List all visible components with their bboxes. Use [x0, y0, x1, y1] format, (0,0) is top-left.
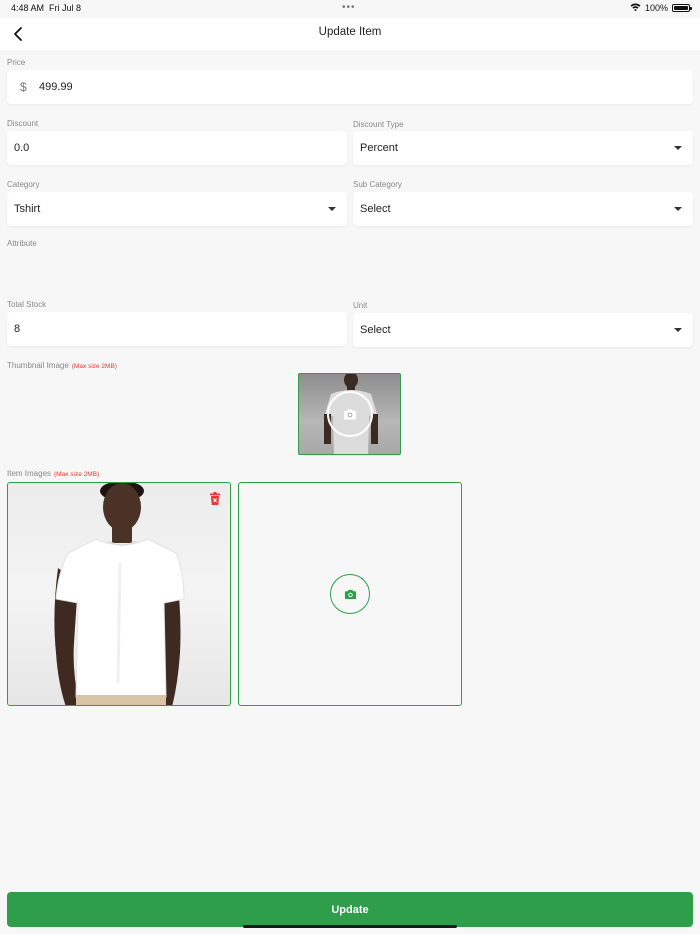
currency-symbol: $: [20, 80, 27, 94]
item-images-max-size: (Max size 2MB): [54, 471, 100, 478]
wifi-icon: [630, 3, 641, 13]
item-image-tile[interactable]: [7, 482, 231, 706]
thumbnail-label: Thumbnail Image (Max size 2MB): [7, 361, 117, 370]
thumbnail-camera-button[interactable]: [327, 391, 373, 437]
dropdown-arrow-icon: [674, 328, 682, 332]
sub-category-value: Select: [360, 203, 391, 215]
delete-image-button[interactable]: [210, 492, 220, 505]
discount-value: 0.0: [14, 142, 30, 154]
multitasking-dots[interactable]: •••: [342, 2, 356, 13]
dropdown-arrow-icon: [328, 207, 336, 211]
navigation-bar: Update Item: [0, 18, 700, 50]
item-images-label: Item Images (Max size 2MB): [7, 469, 99, 478]
battery-percent: 100%: [644, 3, 668, 13]
home-indicator: [243, 925, 457, 928]
category-value: Tshirt: [14, 203, 41, 215]
update-item-screen: 4:48 AM Fri Jul 8 ••• 100% Update Item P…: [0, 0, 700, 934]
discount-type-value: Percent: [360, 142, 398, 154]
unit-label: Unit: [353, 301, 368, 310]
trash-icon: [210, 492, 220, 505]
total-stock-label: Total Stock: [7, 300, 47, 309]
thumbnail-image-picker[interactable]: [298, 373, 401, 455]
page-title: Update Item: [318, 26, 382, 38]
price-label: Price: [7, 58, 26, 67]
battery-icon: [672, 4, 692, 12]
discount-input[interactable]: 0.0: [7, 131, 347, 165]
sub-category-label: Sub Category: [353, 180, 402, 189]
camera-icon: [344, 589, 356, 599]
total-stock-value: 8: [14, 323, 21, 335]
item-photo: [54, 483, 185, 705]
category-select[interactable]: Tshirt: [7, 192, 347, 226]
price-value: 499.99: [39, 81, 73, 93]
unit-value: Select: [360, 324, 391, 336]
thumbnail-max-size: (Max size 2MB): [71, 363, 117, 370]
camera-icon: [344, 409, 356, 419]
dropdown-arrow-icon: [674, 146, 682, 150]
sub-category-select[interactable]: Select: [353, 192, 693, 226]
thumbnail-label-text: Thumbnail Image: [7, 361, 69, 370]
discount-type-select[interactable]: Percent: [353, 131, 693, 165]
item-images-label-text: Item Images: [7, 469, 52, 478]
add-image-camera-button[interactable]: [330, 574, 370, 614]
status-bar: 4:48 AM Fri Jul 8 ••• 100%: [0, 0, 700, 18]
category-label: Category: [7, 180, 40, 189]
dropdown-arrow-icon: [674, 207, 682, 211]
status-clock: 4:48 AM: [11, 3, 45, 13]
discount-label: Discount: [7, 119, 39, 128]
total-stock-input[interactable]: 8: [7, 312, 347, 346]
unit-select[interactable]: Select: [353, 313, 693, 347]
update-button[interactable]: Update: [7, 892, 693, 927]
add-item-image-tile[interactable]: [238, 482, 462, 706]
status-date: Fri Jul 8: [49, 3, 82, 13]
status-indicators: 100%: [630, 3, 692, 13]
price-input[interactable]: $ 499.99: [7, 70, 693, 104]
attribute-label: Attribute: [7, 239, 37, 248]
status-time: 4:48 AM Fri Jul 8: [11, 3, 81, 13]
discount-type-label: Discount Type: [353, 120, 404, 129]
